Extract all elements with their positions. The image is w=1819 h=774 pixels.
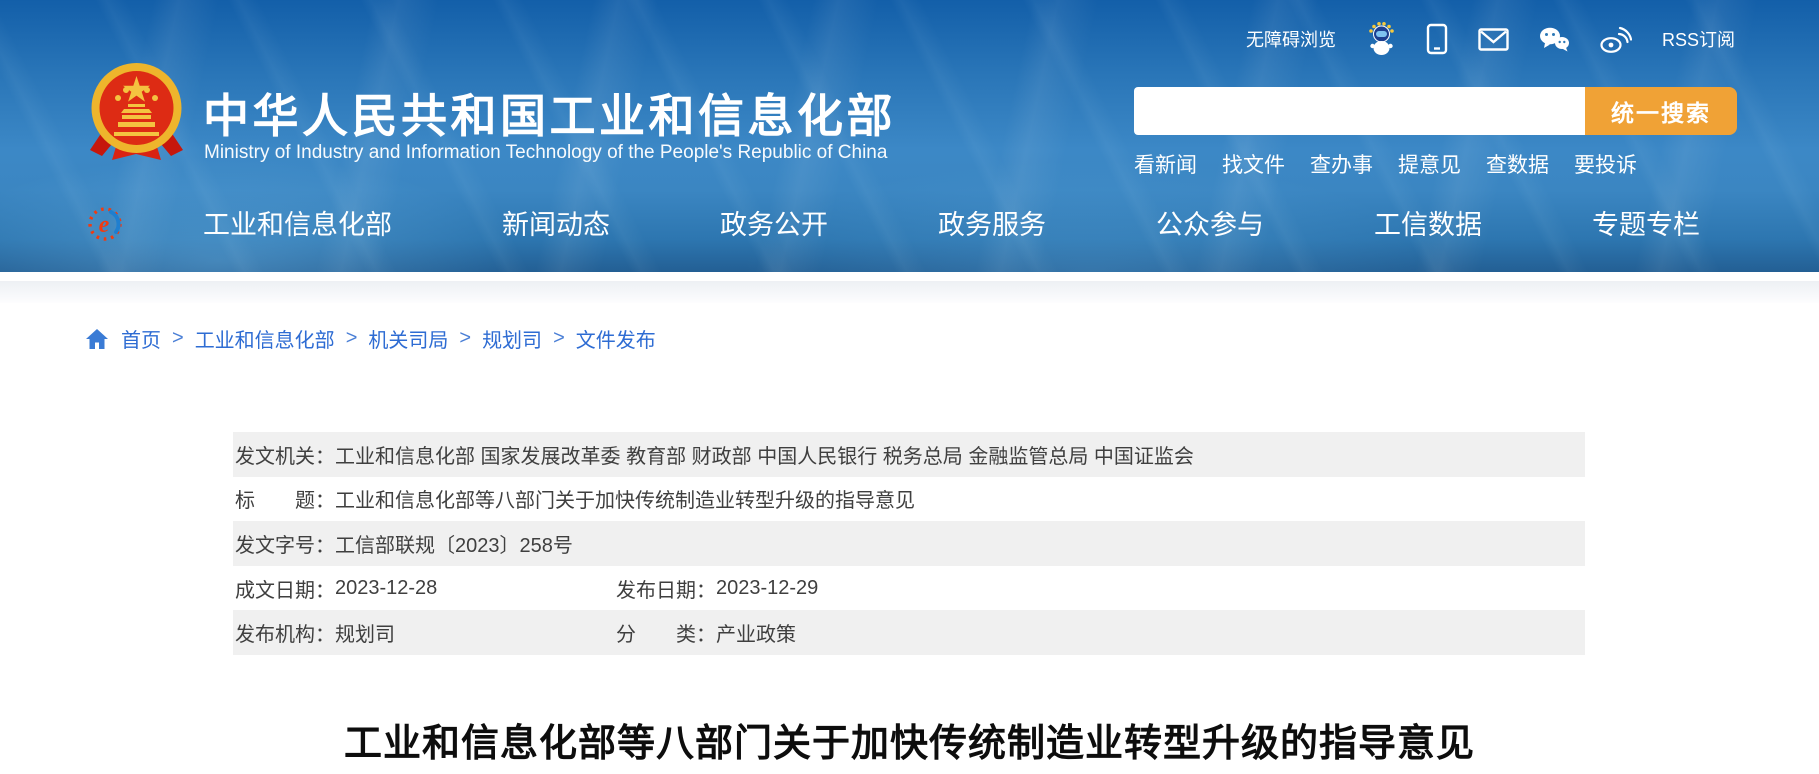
phone-icon[interactable]: [1426, 23, 1448, 55]
row-value: 工信部联规〔2023〕258号: [335, 529, 573, 558]
row-second-column: 分 类： 产业政策: [616, 618, 796, 647]
breadcrumb-separator: >: [553, 327, 565, 350]
quick-link-services[interactable]: 查办事: [1310, 149, 1373, 179]
nav-item-data[interactable]: 工信数据: [1374, 203, 1482, 242]
search-input[interactable]: [1134, 87, 1585, 135]
article-title: 工业和信息化部等八部门关于加快传统制造业转型升级的指导意见: [0, 712, 1819, 767]
quick-link-data[interactable]: 查数据: [1486, 149, 1549, 179]
row-label: 成文日期：: [235, 574, 335, 603]
mail-icon[interactable]: [1478, 27, 1509, 52]
breadcrumb-bureaus[interactable]: 机关司局: [368, 324, 448, 353]
utility-bar: 无障碍浏览: [1246, 22, 1735, 56]
row-label: 发布机构：: [235, 618, 335, 647]
search-button[interactable]: 统一搜索: [1585, 87, 1737, 135]
nav-item-topics[interactable]: 专题专栏: [1592, 203, 1700, 242]
nav-item-miit[interactable]: 工业和信息化部: [203, 203, 392, 242]
row-value: 规划司: [335, 618, 395, 647]
site-header: 无障碍浏览: [0, 0, 1819, 272]
accessibility-link[interactable]: 无障碍浏览: [1246, 26, 1336, 52]
row-value: 工业和信息化部等八部门关于加快传统制造业转型升级的指导意见: [335, 484, 915, 513]
quick-links: 看新闻 找文件 查办事 提意见 查数据 要投诉: [1134, 149, 1637, 179]
row-label: 发布日期：: [616, 574, 716, 603]
row-value: 工业和信息化部 国家发展改革委 教育部 财政部 中国人民银行 税务总局 金融监管…: [335, 440, 1194, 469]
row-value: 产业政策: [716, 618, 796, 647]
row-label: 分 类：: [616, 618, 716, 647]
header-divider: [0, 272, 1819, 281]
row-label: 发文机关：: [235, 440, 335, 469]
miit-logo-icon[interactable]: e: [86, 205, 124, 248]
breadcrumb-doc-release[interactable]: 文件发布: [576, 324, 656, 353]
breadcrumb: 首页 > 工业和信息化部 > 机关司局 > 规划司 > 文件发布: [86, 324, 656, 353]
table-row-dates: 成文日期： 2023-12-28 发布日期： 2023-12-29: [233, 566, 1585, 611]
breadcrumb-separator: >: [459, 327, 471, 350]
breadcrumb-planning-dept[interactable]: 规划司: [482, 324, 542, 353]
weibo-icon[interactable]: [1600, 26, 1632, 53]
table-row-publisher-category: 发布机构： 规划司 分 类： 产业政策: [233, 610, 1585, 655]
org-name-en: Ministry of Industry and Information Tec…: [204, 142, 887, 164]
nav-item-news[interactable]: 新闻动态: [502, 203, 610, 242]
main-nav: 工业和信息化部 新闻动态 政务公开 政务服务 公众参与 工信数据 专题专栏: [203, 200, 1700, 245]
subheader-band: [0, 281, 1819, 303]
nav-item-gov-info[interactable]: 政务公开: [720, 203, 828, 242]
table-row-issuing-agency: 发文机关： 工业和信息化部 国家发展改革委 教育部 财政部 中国人民银行 税务总…: [233, 432, 1585, 477]
wechat-icon[interactable]: [1539, 26, 1570, 53]
row-label: 标 题：: [235, 484, 335, 513]
org-name-cn: 中华人民共和国工业和信息化部: [203, 80, 896, 146]
row-second-column: 发布日期： 2023-12-29: [616, 574, 818, 603]
svg-text:e: e: [99, 212, 110, 238]
breadcrumb-miit[interactable]: 工业和信息化部: [195, 324, 335, 353]
page: 无障碍浏览: [0, 0, 1819, 774]
nav-item-participation[interactable]: 公众参与: [1156, 203, 1264, 242]
table-row-doc-number: 发文字号： 工信部联规〔2023〕258号: [233, 521, 1585, 566]
breadcrumb-separator: >: [172, 327, 184, 350]
mascot-icon[interactable]: [1366, 22, 1396, 56]
nav-item-gov-services[interactable]: 政务服务: [938, 203, 1046, 242]
quick-link-docs[interactable]: 找文件: [1222, 149, 1285, 179]
quick-link-complaint[interactable]: 要投诉: [1574, 149, 1637, 179]
national-emblem: [88, 60, 185, 169]
quick-link-news[interactable]: 看新闻: [1134, 149, 1197, 179]
doc-meta-table: 发文机关： 工业和信息化部 国家发展改革委 教育部 财政部 中国人民银行 税务总…: [233, 432, 1585, 655]
breadcrumb-separator: >: [346, 327, 358, 350]
rss-link[interactable]: RSS订阅: [1662, 26, 1735, 52]
breadcrumb-home[interactable]: 首页: [121, 324, 161, 353]
quick-link-feedback[interactable]: 提意见: [1398, 149, 1461, 179]
home-icon[interactable]: [86, 329, 108, 349]
row-label: 发文字号：: [235, 529, 335, 558]
row-value: 2023-12-29: [716, 577, 818, 600]
table-row-title: 标 题： 工业和信息化部等八部门关于加快传统制造业转型升级的指导意见: [233, 477, 1585, 522]
row-value: 2023-12-28: [335, 577, 437, 600]
